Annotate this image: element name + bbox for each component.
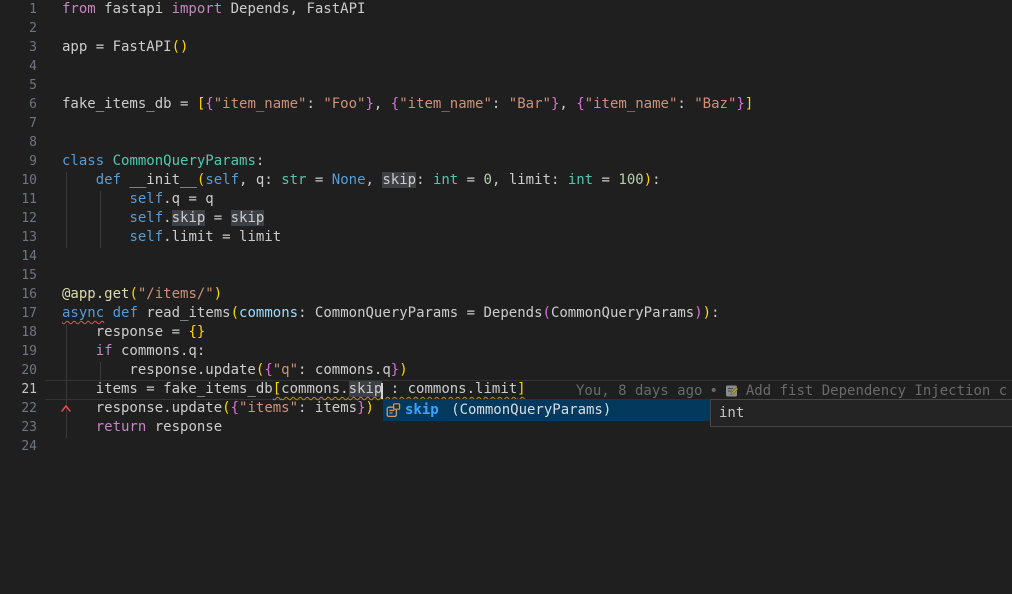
line-number[interactable]: 19 xyxy=(0,342,37,361)
code-line[interactable]: 11 self.q = q xyxy=(0,190,1012,209)
code-editor[interactable]: 1 from fastapi import Depends, FastAPI 23 a… xyxy=(0,0,1012,594)
code-line[interactable]: 3 app = FastAPI() xyxy=(0,38,1012,57)
inline-blame[interactable]: You, 8 days ago • Add fist Dependency In… xyxy=(576,381,1007,400)
code-line[interactable]: 20 response.update({"q": commons.q}) xyxy=(0,361,1012,380)
line-number[interactable]: 11 xyxy=(0,190,37,209)
code-line[interactable]: 13 self.limit = limit xyxy=(0,228,1012,247)
line-number[interactable]: 23 xyxy=(0,418,37,437)
line-number[interactable]: 2 xyxy=(0,19,37,38)
code-line[interactable]: 18 response = {} xyxy=(0,323,1012,342)
line-number[interactable]: 1 xyxy=(0,0,37,19)
code-line[interactable]: 19 if commons.q: xyxy=(0,342,1012,361)
code-text: def __init__(self, q: str = None, skip: … xyxy=(62,171,661,190)
line-number[interactable]: 22 xyxy=(0,399,37,418)
code-text: response.update({"q": commons.q}) xyxy=(62,361,408,380)
line-number[interactable]: 18 xyxy=(0,323,37,342)
code-line[interactable]: 4 xyxy=(0,57,1012,76)
line-number[interactable]: 16 xyxy=(0,285,37,304)
code-line[interactable]: 17 async def read_items(commons: CommonQu… xyxy=(0,304,1012,323)
code-line[interactable]: 9 class CommonQueryParams: xyxy=(0,152,1012,171)
code-line[interactable]: 16 @app.get("/items/") xyxy=(0,285,1012,304)
code-line[interactable]: 12 self.skip = skip xyxy=(0,209,1012,228)
code-text: response.update({"items": items}) xyxy=(62,399,374,418)
code-text: if commons.q: xyxy=(62,342,205,361)
code-text: self.q = q xyxy=(62,190,214,209)
code-line[interactable]: 10 def __init__(self, q: str = None, ski… xyxy=(0,171,1012,190)
line-number[interactable]: 9 xyxy=(0,152,37,171)
line-number[interactable]: 8 xyxy=(0,133,37,152)
code-line[interactable]: 5 xyxy=(0,76,1012,95)
code-text: self.skip = skip xyxy=(62,209,264,228)
memo-pencil-icon xyxy=(725,384,739,398)
blame-message: Add fist Dependency Injection c xyxy=(746,383,1007,399)
blame-author: You, 8 days ago xyxy=(576,383,702,399)
line-number[interactable]: 21 xyxy=(0,380,37,399)
code-line[interactable]: 7 xyxy=(0,114,1012,133)
line-number[interactable]: 13 xyxy=(0,228,37,247)
suggestion-signature: (CommonQueryParams) xyxy=(443,402,612,418)
line-number[interactable]: 17 xyxy=(0,304,37,323)
code-text: self.limit = limit xyxy=(62,228,281,247)
line-number[interactable]: 10 xyxy=(0,171,37,190)
code-text: fake_items_db = [{"item_name": "Foo"}, {… xyxy=(62,95,753,114)
code-text: response = {} xyxy=(62,323,205,342)
code-line[interactable]: 2 xyxy=(0,19,1012,38)
suggestion-type: int xyxy=(719,405,744,421)
line-number[interactable]: 14 xyxy=(0,247,37,266)
code-text: async def read_items(commons: CommonQuer… xyxy=(62,304,720,323)
line-number[interactable]: 12 xyxy=(0,209,37,228)
code-text: return response xyxy=(62,418,222,437)
code-line[interactable]: 6 fake_items_db = [{"item_name": "Foo"}, … xyxy=(0,95,1012,114)
code-line[interactable]: 24 xyxy=(0,437,1012,456)
line-number[interactable]: 6 xyxy=(0,95,37,114)
code-text: from fastapi import Depends, FastAPI xyxy=(62,0,365,19)
code-text: app = FastAPI() xyxy=(62,38,188,57)
line-number[interactable]: 15 xyxy=(0,266,37,285)
code-line[interactable]: 1 from fastapi import Depends, FastAPI xyxy=(0,0,1012,19)
blame-bullet: • xyxy=(709,383,717,399)
line-number[interactable]: 24 xyxy=(0,437,37,456)
code-line[interactable]: 8 xyxy=(0,133,1012,152)
code-text: @app.get("/items/") xyxy=(62,285,222,304)
code-text: class CommonQueryParams: xyxy=(62,152,264,171)
code-line[interactable]: 14 xyxy=(0,247,1012,266)
error-squiggle-icon xyxy=(61,404,72,413)
field-icon xyxy=(386,403,401,418)
code-text: items = fake_items_db[commons.skip : com… xyxy=(62,380,526,399)
suggestion-label: skip xyxy=(405,402,439,418)
line-number[interactable]: 7 xyxy=(0,114,37,133)
code-line[interactable]: 15 xyxy=(0,266,1012,285)
suggestion-item[interactable]: skip (CommonQueryParams) xyxy=(383,399,710,421)
line-number[interactable]: 5 xyxy=(0,76,37,95)
line-number[interactable]: 3 xyxy=(0,38,37,57)
suggestion-detail: int xyxy=(710,399,1012,427)
text-cursor xyxy=(381,383,383,399)
line-number[interactable]: 20 xyxy=(0,361,37,380)
line-number[interactable]: 4 xyxy=(0,57,37,76)
